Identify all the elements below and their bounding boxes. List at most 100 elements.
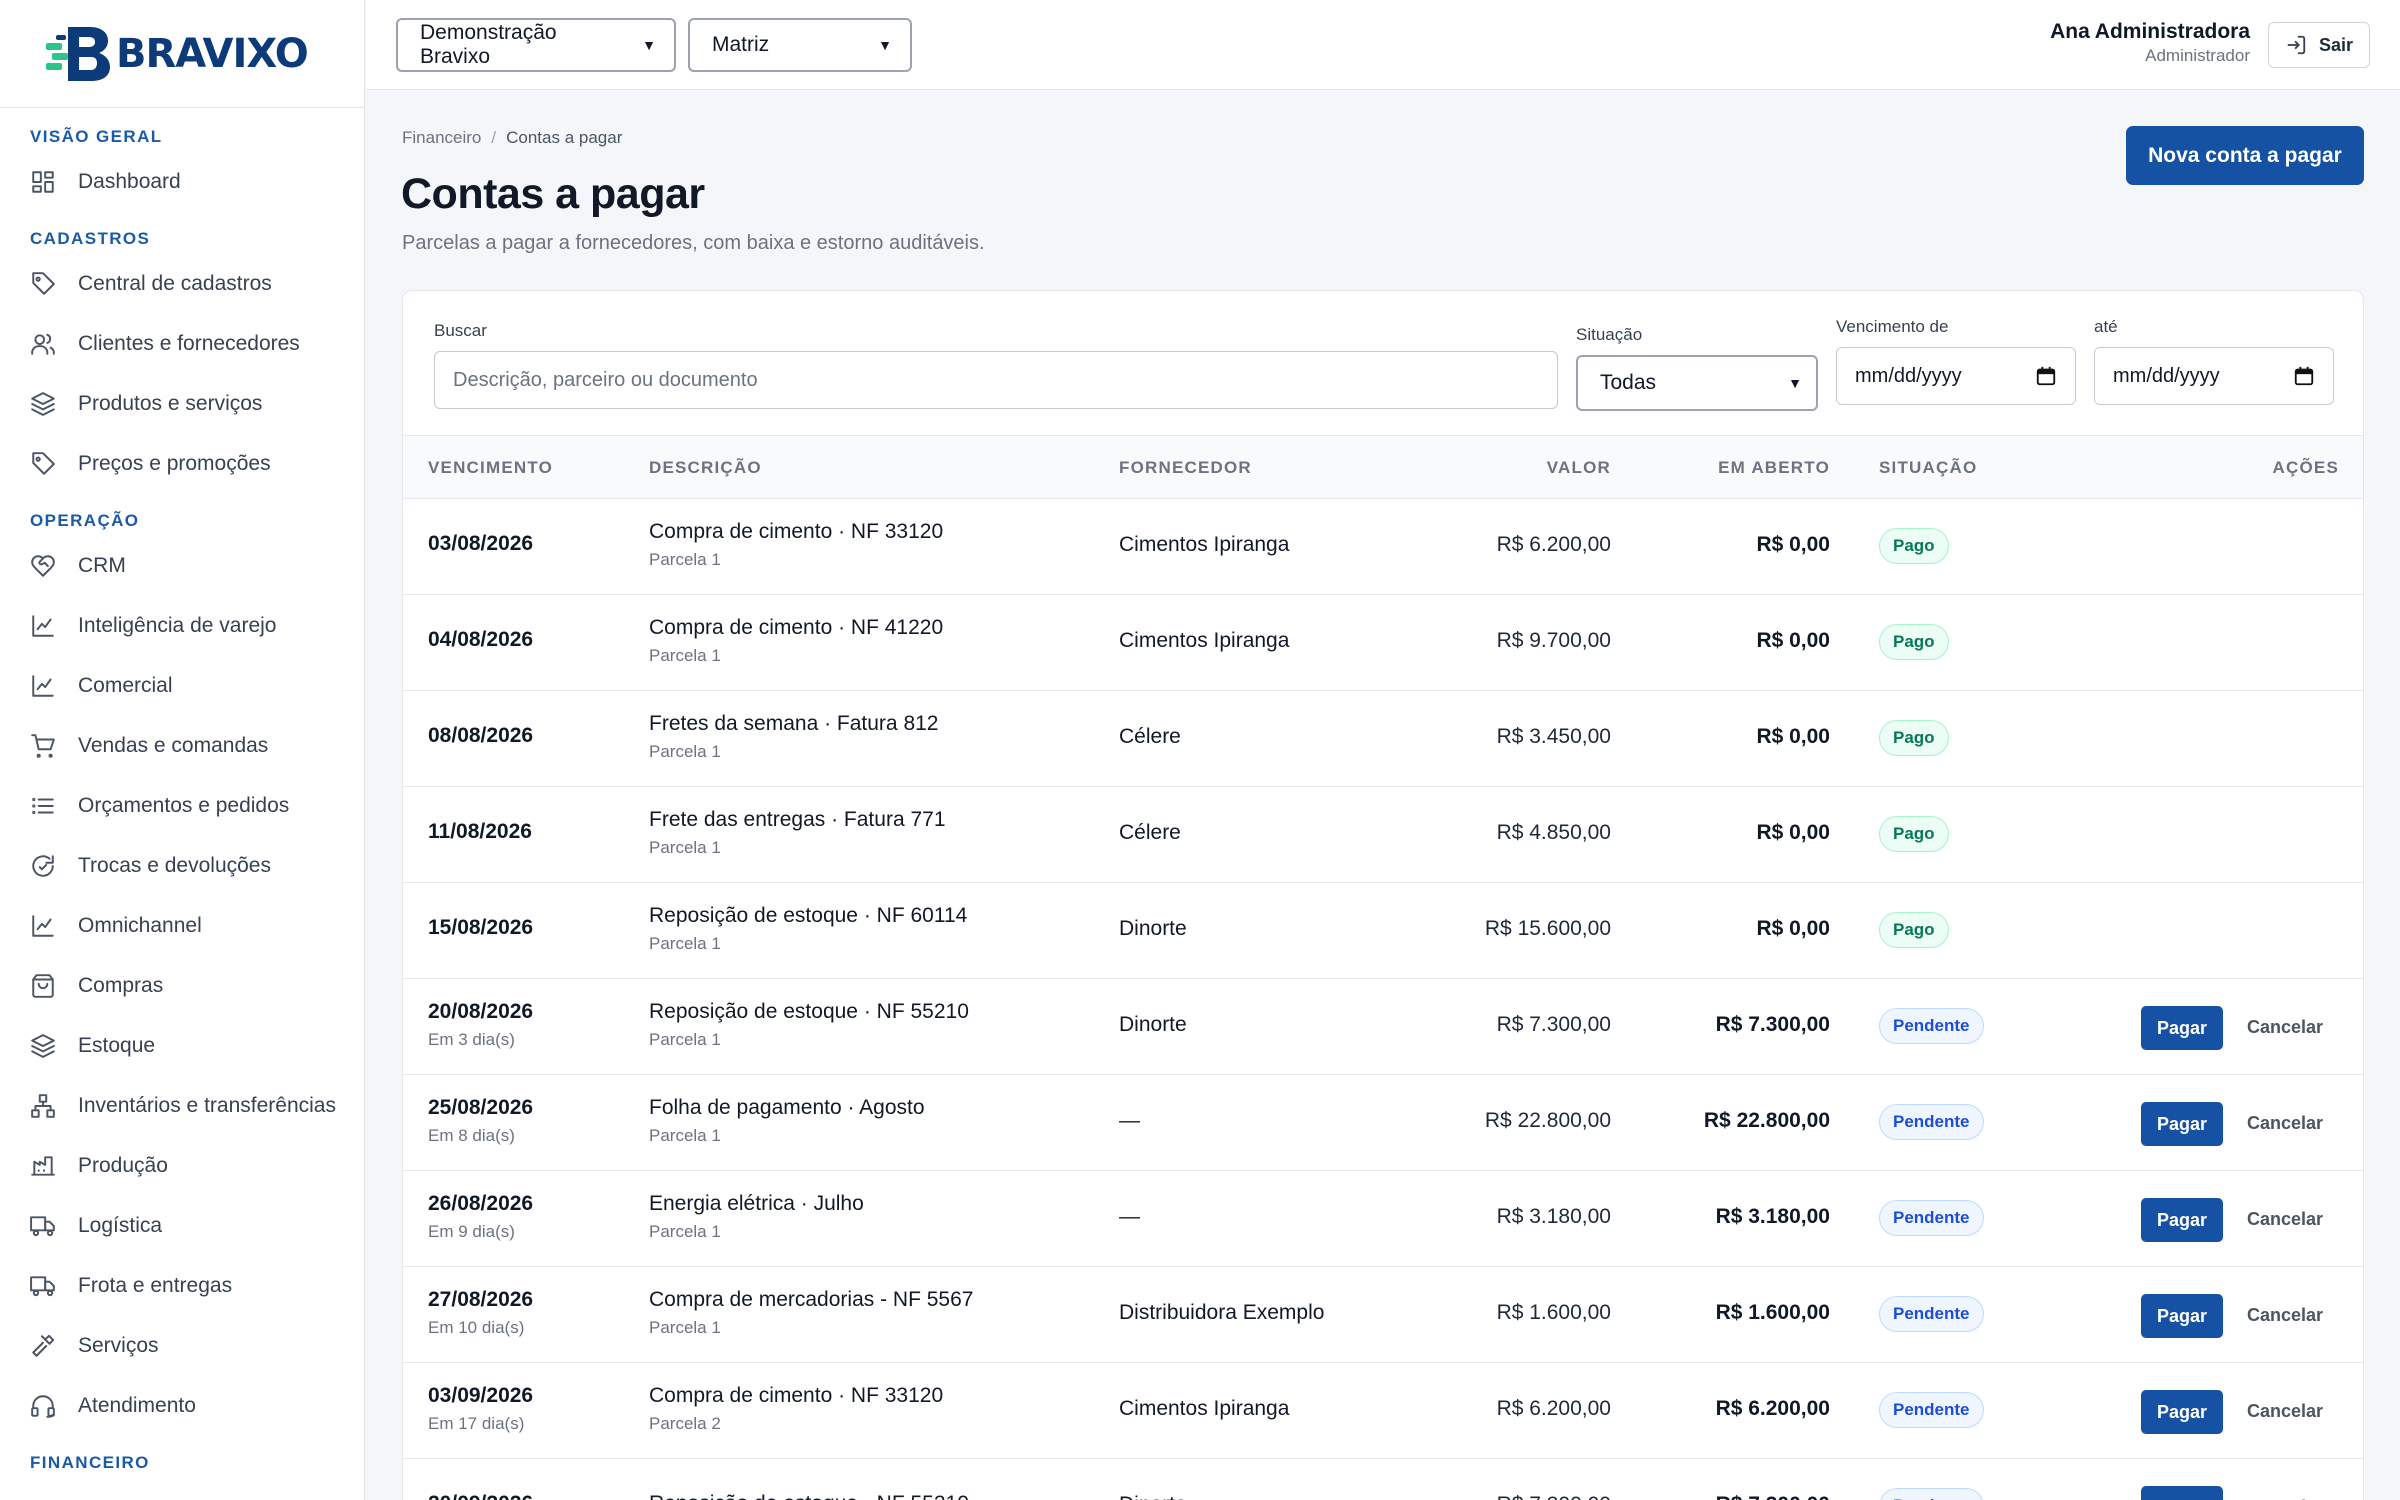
- open-amount: R$ 22.800,00: [1703, 1109, 1830, 1132]
- new-payable-button[interactable]: Nova conta a pagar: [2126, 126, 2364, 185]
- sidebar-item-frota-e-entregas[interactable]: Frota e entregas: [0, 1256, 364, 1316]
- search-input[interactable]: Descrição, parceiro ou documento: [434, 351, 1558, 409]
- sidebar-item-comercial[interactable]: Comercial: [0, 656, 364, 716]
- due-date: 04/08/2026: [428, 628, 534, 651]
- sidebar-item-estoque[interactable]: Estoque: [0, 1016, 364, 1076]
- table-row[interactable]: 03/09/2026 Em 17 dia(s) Compra de ciment…: [403, 1363, 2363, 1459]
- sidebar-item-crm[interactable]: CRM: [0, 536, 364, 596]
- pay-button[interactable]: Pagar: [2141, 1486, 2223, 1500]
- description-cell: Reposição de estoque · NF 60114 Parcela …: [649, 904, 967, 954]
- sidebar-item-label: Orçamentos e pedidos: [78, 794, 290, 817]
- table-row[interactable]: 04/08/2026 Compra de cimento · NF 41220 …: [403, 595, 2363, 691]
- sidebar-item-trocas-e-devolucoes[interactable]: Trocas e devoluções: [0, 836, 364, 896]
- calendar-icon[interactable]: [2035, 365, 2057, 387]
- sidebar-item-vendas-e-comandas[interactable]: Vendas e comandas: [0, 716, 364, 776]
- sidebar-item-clientes-e-fornecedores[interactable]: Clientes e fornecedores: [0, 314, 364, 374]
- column-header-supplier[interactable]: FORNECEDOR: [1119, 458, 1252, 478]
- due-from-input[interactable]: mm/dd/yyyy: [1836, 347, 2076, 405]
- column-header-due[interactable]: VENCIMENTO: [428, 458, 553, 478]
- description: Reposição de estoque · NF 55210: [649, 1492, 969, 1500]
- column-header-description[interactable]: DESCRIÇÃO: [649, 458, 762, 478]
- installment: Parcela 1: [649, 1318, 721, 1337]
- sidebar-item-label: Inteligência de varejo: [78, 614, 277, 637]
- sidebar-item-inteligencia-de-varejo[interactable]: Inteligência de varejo: [0, 596, 364, 656]
- table-row[interactable]: 11/08/2026 Frete das entregas · Fatura 7…: [403, 787, 2363, 883]
- supplier: Célere: [1119, 725, 1181, 748]
- cancel-button[interactable]: Cancelar: [2247, 1113, 2323, 1134]
- installment: Parcela 1: [649, 742, 721, 761]
- sidebar-item-label: CRM: [78, 554, 126, 577]
- sidebar-item-inventarios-e-transferencias[interactable]: Inventários e transferências: [0, 1076, 364, 1136]
- sidebar-item-atendimento[interactable]: Atendimento: [0, 1376, 364, 1436]
- column-header-status[interactable]: SITUAÇÃO: [1879, 458, 1977, 478]
- sidebar-item-produtos-e-servicos[interactable]: Produtos e serviços: [0, 374, 364, 434]
- status-badge: Pago: [1879, 720, 1949, 756]
- cancel-button[interactable]: Cancelar: [2247, 1209, 2323, 1230]
- logo[interactable]: BRAVIXO: [0, 0, 364, 108]
- table-row[interactable]: 08/08/2026 Fretes da semana · Fatura 812…: [403, 691, 2363, 787]
- sidebar-item-precos-e-promocoes[interactable]: Preços e promoções: [0, 434, 364, 494]
- amount: R$ 15.600,00: [1484, 917, 1611, 940]
- table-row[interactable]: 03/08/2026 Compra de cimento · NF 33120 …: [403, 499, 2363, 595]
- pay-button[interactable]: Pagar: [2141, 1006, 2223, 1050]
- sidebar-item-central-de-cadastros[interactable]: Central de cadastros: [0, 254, 364, 314]
- status-cell: Pendente: [1879, 1296, 1984, 1332]
- status-badge: Pago: [1879, 528, 1949, 564]
- due-cell: 15/08/2026: [428, 916, 533, 940]
- dashboard-icon: [32, 171, 54, 193]
- due-to-input[interactable]: mm/dd/yyyy: [2094, 347, 2334, 405]
- installment: Parcela 1: [649, 1030, 721, 1049]
- calendar-icon[interactable]: [2293, 365, 2315, 387]
- cancel-button[interactable]: Cancelar: [2247, 1305, 2323, 1326]
- sidebar-item-producao[interactable]: Produção: [0, 1136, 364, 1196]
- company-select[interactable]: Demonstração Bravixo ▼: [396, 18, 676, 72]
- due-note: Em 17 dia(s): [428, 1414, 525, 1433]
- open-amount: R$ 1.600,00: [1715, 1301, 1830, 1324]
- due-from-value: mm/dd/yyyy: [1855, 364, 1962, 387]
- user-role: Administrador: [2145, 46, 2250, 65]
- column-header-open[interactable]: EM ABERTO: [1718, 458, 1830, 478]
- breadcrumb-financeiro[interactable]: Financeiro: [402, 128, 481, 147]
- topbar: Demonstração Bravixo ▼ Matriz ▼ Ana Admi…: [366, 0, 2400, 90]
- sidebar-item-orcamentos-e-pedidos[interactable]: Orçamentos e pedidos: [0, 776, 364, 836]
- pay-button[interactable]: Pagar: [2141, 1102, 2223, 1146]
- sidebar-item-omnichannel[interactable]: Omnichannel: [0, 896, 364, 956]
- sidebar-item-dashboard[interactable]: Dashboard: [0, 152, 364, 212]
- table-row[interactable]: 26/08/2026 Em 9 dia(s) Energia elétrica …: [403, 1171, 2363, 1267]
- cancel-button[interactable]: Cancelar: [2247, 1401, 2323, 1422]
- line-chart-icon: [32, 615, 54, 637]
- pay-button[interactable]: Pagar: [2141, 1294, 2223, 1338]
- pay-button[interactable]: Pagar: [2141, 1198, 2223, 1242]
- due-cell: 25/08/2026 Em 8 dia(s): [428, 1096, 533, 1146]
- cancel-button[interactable]: Cancelar: [2247, 1017, 2323, 1038]
- description: Compra de cimento · NF 33120: [649, 520, 944, 543]
- logout-button[interactable]: Sair: [2268, 22, 2370, 68]
- status-select[interactable]: Todas ▼: [1576, 355, 1818, 411]
- sidebar-item-logistica[interactable]: Logística: [0, 1196, 364, 1256]
- sidebar-item-label: Serviços: [78, 1334, 159, 1357]
- sidebar-item-servicos[interactable]: Serviços: [0, 1316, 364, 1376]
- sidebar-item-label: Produtos e serviços: [78, 392, 263, 415]
- table-row[interactable]: 25/08/2026 Em 8 dia(s) Folha de pagament…: [403, 1075, 2363, 1171]
- branch-select[interactable]: Matriz ▼: [688, 18, 912, 72]
- amount: R$ 7.300,00: [1496, 1013, 1611, 1036]
- description-cell: Reposição de estoque · NF 55210: [649, 1492, 969, 1500]
- table-row[interactable]: 20/08/2026 Em 3 dia(s) Reposição de esto…: [403, 979, 2363, 1075]
- pay-button[interactable]: Pagar: [2141, 1390, 2223, 1434]
- table-row[interactable]: 20/09/2026 Reposição de estoque · NF 552…: [403, 1459, 2363, 1500]
- status-cell: Pendente: [1879, 1392, 1984, 1428]
- sidebar-item-compras[interactable]: Compras: [0, 956, 364, 1016]
- installment: Parcela 1: [649, 934, 721, 953]
- due-to-value: mm/dd/yyyy: [2113, 364, 2220, 387]
- table-row[interactable]: 27/08/2026 Em 10 dia(s) Compra de mercad…: [403, 1267, 2363, 1363]
- sidebar-nav: VISÃO GERAL Dashboard CADASTROS Central …: [0, 108, 364, 1478]
- due-date: 15/08/2026: [428, 916, 534, 939]
- supplier: Cimentos Ipiranga: [1119, 629, 1290, 652]
- table-row[interactable]: 15/08/2026 Reposição de estoque · NF 601…: [403, 883, 2363, 979]
- amount: R$ 3.180,00: [1496, 1205, 1611, 1228]
- column-header-amount[interactable]: VALOR: [1547, 458, 1611, 478]
- due-date: 25/08/2026: [428, 1096, 534, 1119]
- sidebar: BRAVIXO VISÃO GERAL Dashboard CADASTROS …: [0, 0, 365, 1500]
- sidebar-item-label: Clientes e fornecedores: [78, 332, 300, 355]
- status-badge: Pendente: [1879, 1296, 1984, 1332]
